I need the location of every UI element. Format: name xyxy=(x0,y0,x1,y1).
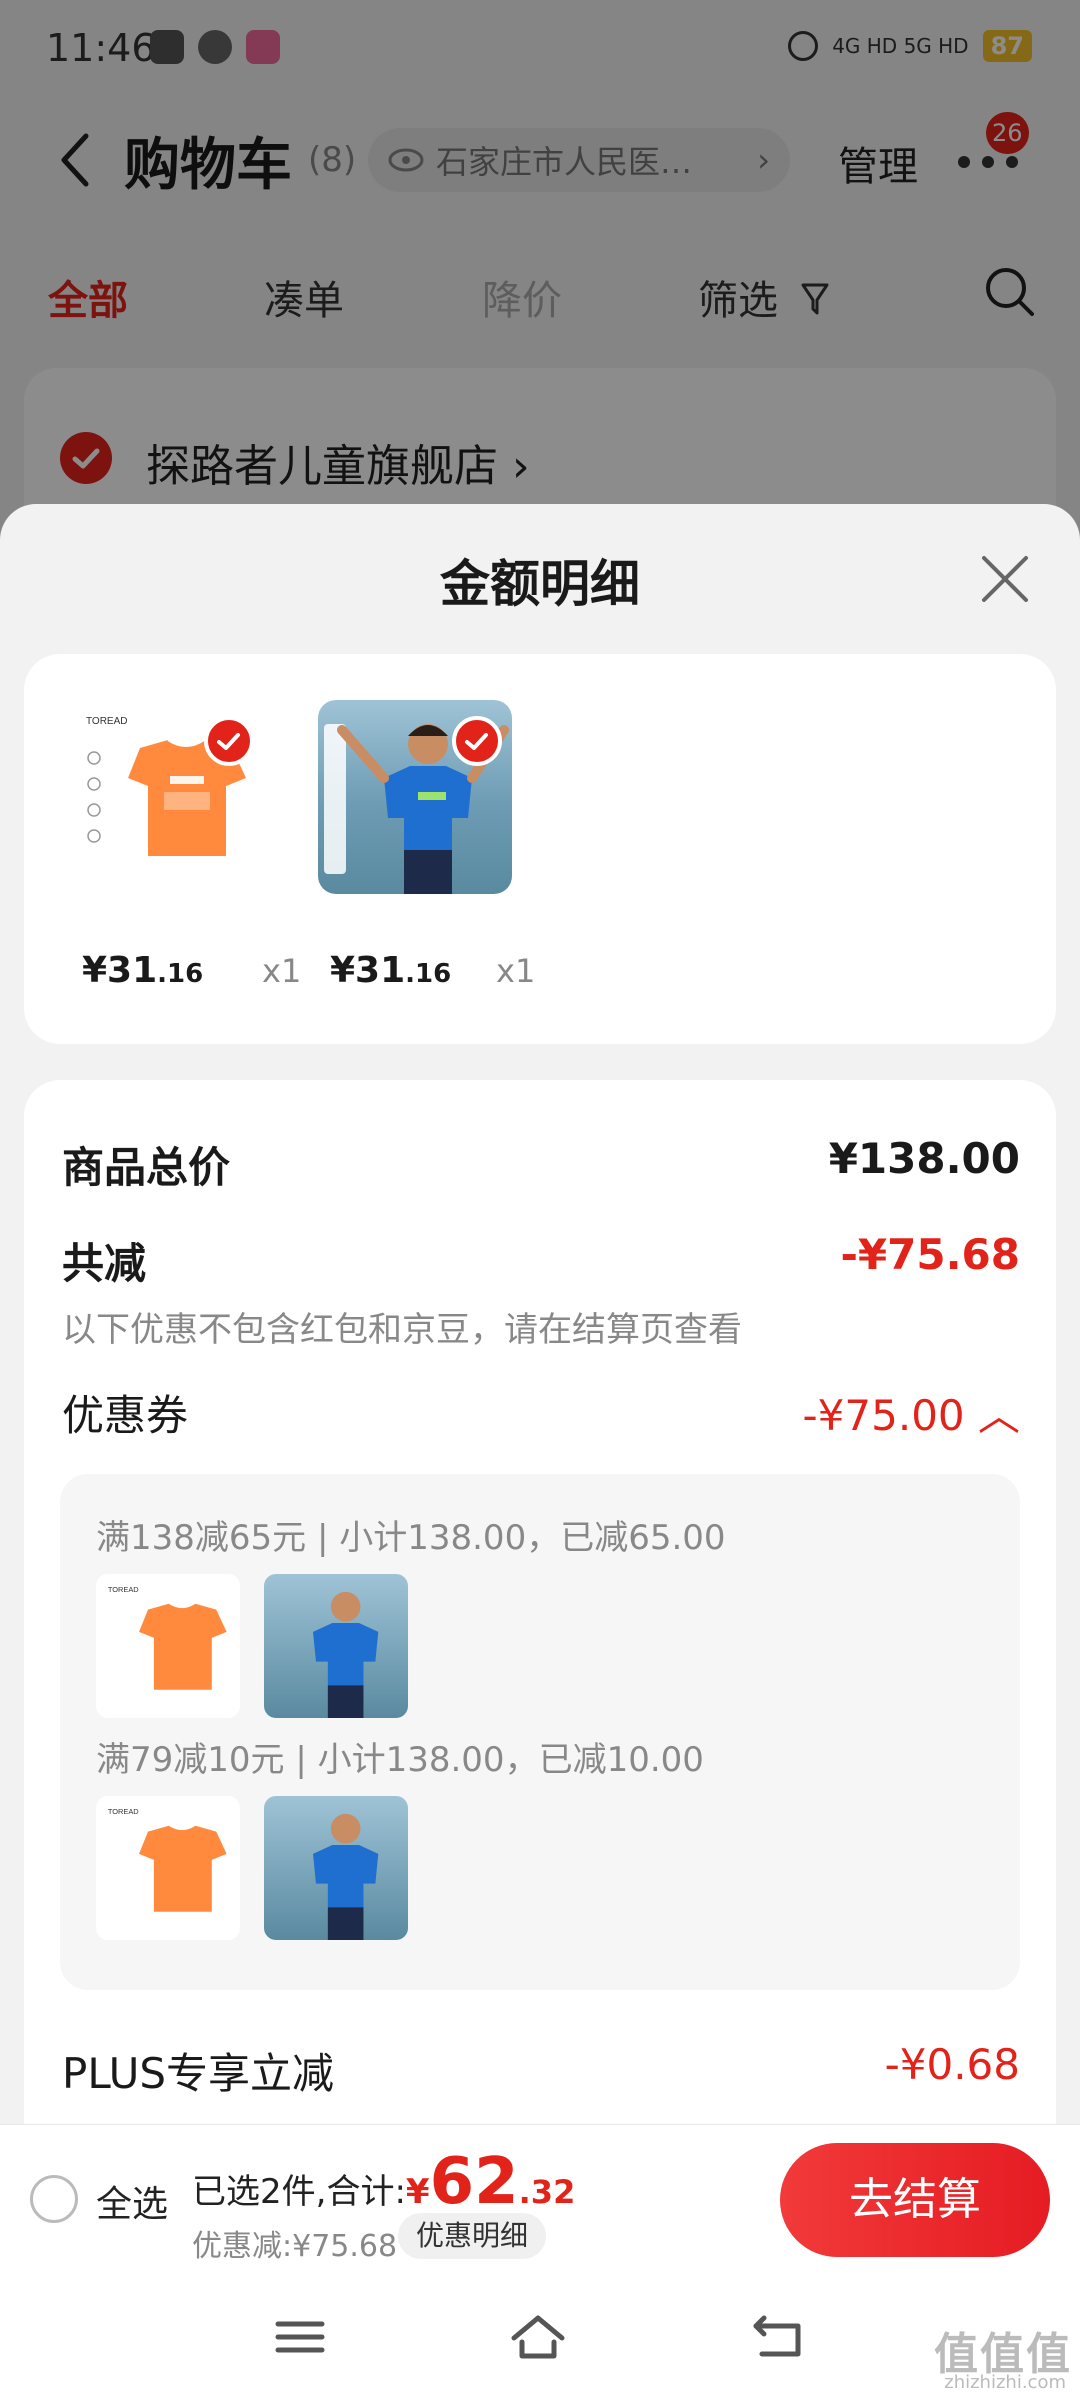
coupon-rule-2: 满79减10元 | 小计138.00，已减10.00 xyxy=(96,1740,704,1780)
coupon-product-boy-tshirt xyxy=(264,1574,408,1718)
home-icon[interactable] xyxy=(508,2312,568,2362)
goods-total-value: ¥138.00 xyxy=(828,1134,1020,1183)
plus-discount-value: -¥0.68 xyxy=(884,2040,1020,2089)
select-all-checkbox[interactable] xyxy=(30,2175,78,2223)
checkout-bar: 全选 已选2件,合计:¥62.32 优惠减:¥75.68 优惠明细 去结算 xyxy=(0,2124,1080,2272)
back-icon[interactable] xyxy=(750,2312,810,2362)
item-price: ¥31.16 xyxy=(82,950,204,991)
price-detail-sheet: 金额明细 TOREAD ¥31.16 x1 ¥31.16 x1 商品总价 ¥13… xyxy=(0,504,1080,2400)
total-reduction-value: -¥75.68 xyxy=(840,1230,1020,1279)
coupon-label: 优惠券 xyxy=(62,1391,189,1440)
item-quantity: x1 xyxy=(262,952,302,990)
select-all-label[interactable]: 全选 xyxy=(96,2175,168,2227)
checkout-button[interactable]: 去结算 xyxy=(780,2143,1050,2257)
coupon-value-toggle[interactable]: -¥75.00 ︿ xyxy=(803,1382,1020,1443)
tshirt-image-icon: TOREAD xyxy=(108,1585,227,1690)
boy-photo-icon xyxy=(312,1591,379,1718)
svg-text:TOREAD: TOREAD xyxy=(108,1585,139,1594)
item-quantity: x1 xyxy=(496,952,536,990)
total-reduction-label: 共减 xyxy=(62,1239,147,1288)
selected-check-icon xyxy=(452,716,502,766)
selected-check-icon xyxy=(204,716,254,766)
cart-item[interactable]: ¥31.16 x1 xyxy=(318,700,538,991)
plus-discount-label: PLUS专享立减 xyxy=(62,2049,335,2098)
tshirt-image-icon: TOREAD xyxy=(108,1807,227,1912)
system-navigation-bar xyxy=(0,2272,1080,2400)
selected-items-card: TOREAD ¥31.16 x1 ¥31.16 x1 xyxy=(24,654,1056,1044)
coupon-product-orange-tshirt: TOREAD xyxy=(96,1574,240,1718)
close-icon[interactable] xyxy=(980,554,1030,604)
order-summary: 已选2件,合计:¥62.32 xyxy=(192,2145,576,2219)
svg-text:TOREAD: TOREAD xyxy=(108,1807,139,1816)
goods-total-label: 商品总价 xyxy=(62,1143,231,1192)
price-breakdown-card: 商品总价 ¥138.00 共减 -¥75.68 以下优惠不包含红包和京豆，请在结… xyxy=(24,1080,1056,2180)
coupon-product-boy-tshirt xyxy=(264,1796,408,1940)
boy-photo-icon xyxy=(312,1813,379,1940)
watermark-url: zhizhizhi.com xyxy=(944,2372,1066,2393)
coupon-details: 满138减65元 | 小计138.00，已减65.00 TOREAD 满79减1… xyxy=(60,1474,1020,1990)
discount-summary: 优惠减:¥75.68 xyxy=(192,2229,398,2264)
sheet-title: 金额明细 xyxy=(440,555,640,613)
reduction-note: 以下优惠不包含红包和京豆，请在结算页查看 xyxy=(62,1310,742,1350)
coupon-rule-1: 满138减65元 | 小计138.00，已减65.00 xyxy=(96,1518,726,1558)
svg-text:TOREAD: TOREAD xyxy=(86,716,128,727)
cart-item[interactable]: TOREAD ¥31.16 x1 xyxy=(70,700,301,991)
menu-icon[interactable] xyxy=(270,2312,330,2362)
coupon-product-orange-tshirt: TOREAD xyxy=(96,1796,240,1940)
total-price: ¥62.32 xyxy=(405,2145,576,2219)
item-price: ¥31.16 xyxy=(330,950,452,991)
discount-detail-button[interactable]: 优惠明细 xyxy=(398,2213,547,2259)
